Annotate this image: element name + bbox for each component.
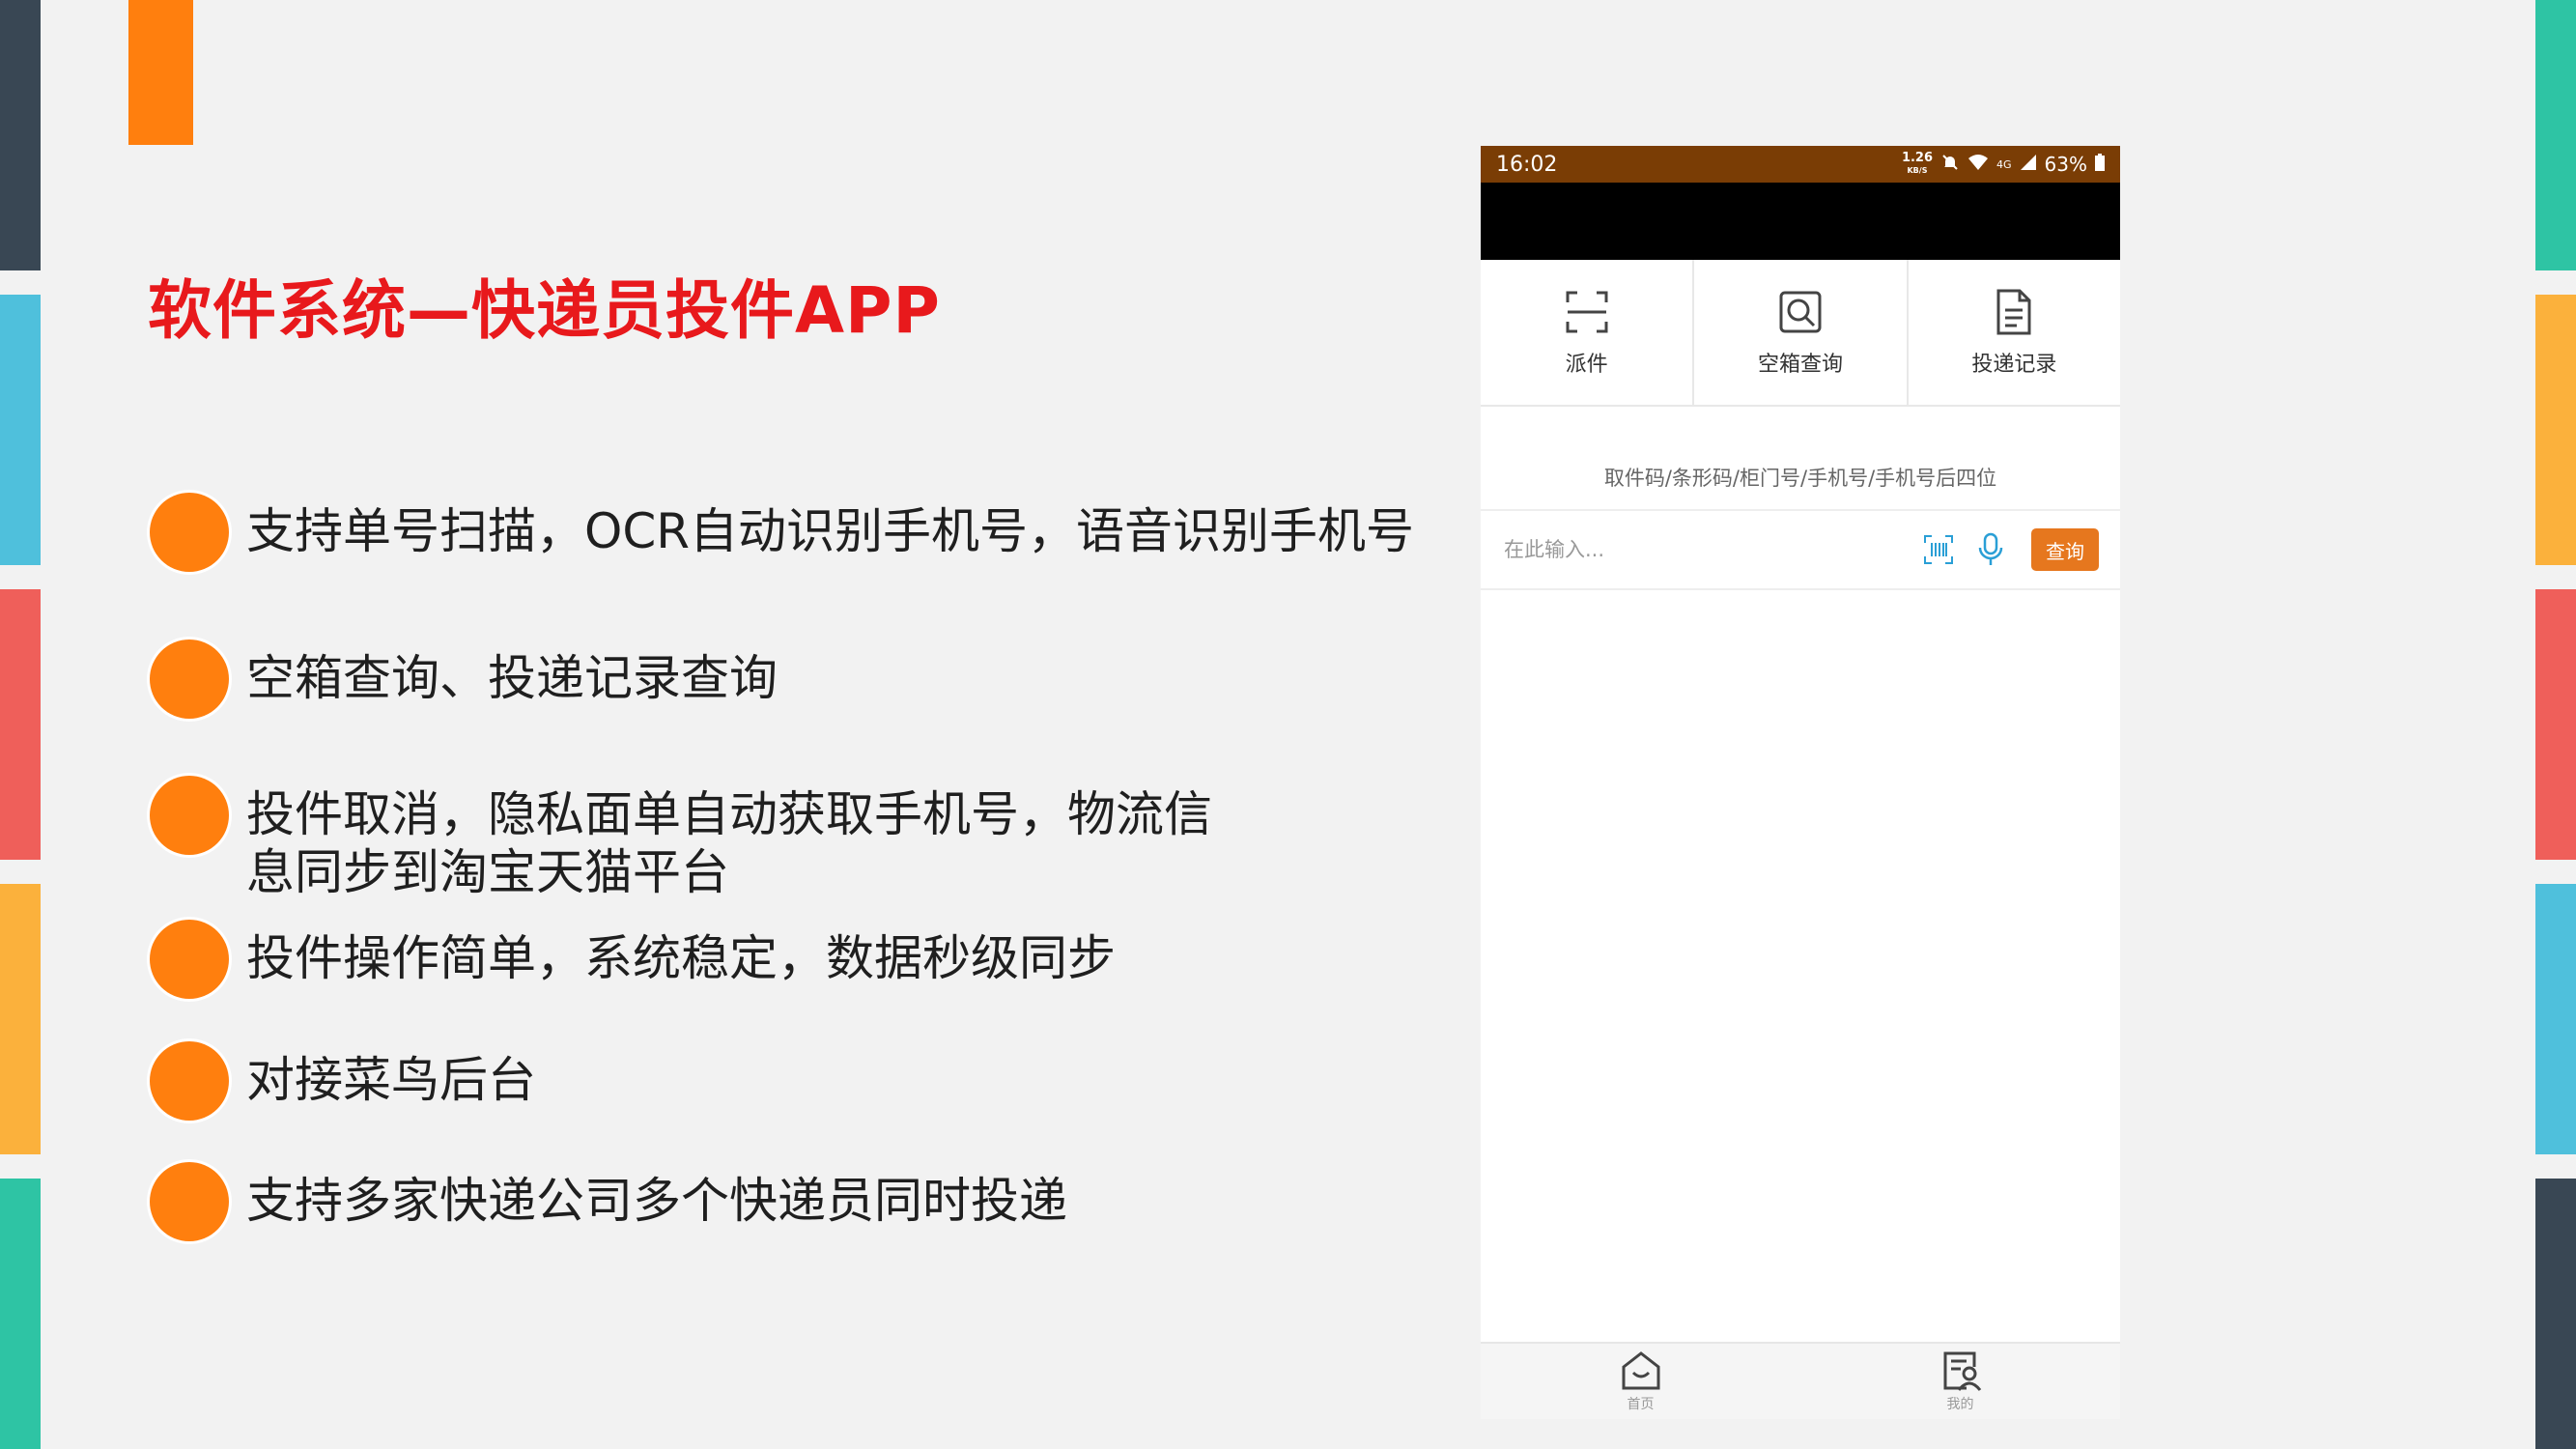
bullet-text: 支持单号扫描，OCR自动识别手机号，语音识别手机号 <box>246 503 1415 559</box>
tab-delivery-records[interactable]: 投递记录 <box>1908 260 2120 405</box>
network-speed: 1.26 KB/S <box>1901 150 1934 177</box>
bullet-item: 投件操作简单，系统稳定，数据秒级同步 <box>150 920 1116 999</box>
right-stripe-yellow <box>2535 295 2576 565</box>
tab-empty-box-query[interactable]: 空箱查询 <box>1694 260 1909 405</box>
tab-label: 投递记录 <box>1971 353 2057 377</box>
nav-label: 首页 <box>1627 1397 1655 1412</box>
search-input[interactable] <box>1502 537 1906 562</box>
network-speed-unit: KB/S <box>1907 165 1928 175</box>
status-bar: 16:02 1.26 KB/S 4G 63% <box>1481 146 2120 183</box>
search-hint: 取件码/条形码/柜门号/手机号/手机号后四位 <box>1481 463 2120 511</box>
bell-muted-icon <box>1940 153 1960 177</box>
status-time: 16:02 <box>1496 152 1558 177</box>
barcode-scan-button[interactable] <box>1919 530 1958 569</box>
document-icon <box>1996 289 2031 335</box>
bullet-item: 投件取消，隐私面单自动获取手机号，物流信息同步到淘宝天猫平台 <box>150 776 1231 901</box>
app-header <box>1481 183 2120 260</box>
accent-block <box>128 0 193 145</box>
bullet-dot <box>150 639 229 719</box>
bullet-dot <box>150 1041 229 1121</box>
right-stripe-teal <box>2535 0 2576 270</box>
bullet-dot <box>150 493 229 572</box>
profile-icon <box>1943 1351 1981 1391</box>
nav-label: 我的 <box>1946 1397 1974 1412</box>
bullet-item: 空箱查询、投递记录查询 <box>150 639 778 719</box>
left-stripe-red <box>0 589 41 860</box>
right-stripe-blue <box>2535 884 2576 1154</box>
voice-input-button[interactable] <box>1971 530 2010 569</box>
barcode-icon <box>1924 535 1953 564</box>
nav-profile[interactable]: 我的 <box>1800 1344 2120 1419</box>
battery-level: 63% <box>2044 153 2087 176</box>
bullet-item: 支持多家快递公司多个快递员同时投递 <box>150 1162 1067 1241</box>
bullet-dot <box>150 776 229 855</box>
tab-label: 空箱查询 <box>1757 353 1843 377</box>
status-indicators: 1.26 KB/S 4G 63% <box>1901 150 2105 177</box>
network-speed-value: 1.26 <box>1901 150 1934 165</box>
query-button[interactable]: 查询 <box>2031 528 2099 571</box>
bullet-item: 支持单号扫描，OCR自动识别手机号，语音识别手机号 <box>150 493 1414 572</box>
left-stripe-dark <box>0 0 41 270</box>
home-icon <box>1622 1351 1659 1390</box>
wifi-icon <box>1967 153 1989 176</box>
slide-title: 软件系统—快递员投件APP <box>148 273 941 348</box>
search-row: 查询 <box>1481 511 2120 590</box>
network-type: 4G <box>1996 157 2012 171</box>
bullet-item: 对接菜鸟后台 <box>150 1041 536 1121</box>
phone-screen: 16:02 1.26 KB/S 4G 63% 派件 空箱查询 投递记录 取件码/… <box>1481 146 2120 1419</box>
tab-dispatch[interactable]: 派件 <box>1481 260 1695 405</box>
left-stripe-teal <box>0 1179 41 1449</box>
right-stripe-red <box>2535 589 2576 860</box>
bullet-text: 空箱查询、投递记录查询 <box>246 650 778 706</box>
bullet-text: 对接菜鸟后台 <box>246 1052 536 1108</box>
signal-icon <box>2020 153 2037 176</box>
left-stripe-blue <box>0 295 41 565</box>
left-stripe-yellow <box>0 884 41 1154</box>
right-stripe-dark <box>2535 1179 2576 1449</box>
scan-icon <box>1566 291 1608 333</box>
bottom-nav: 首页 我的 <box>1481 1342 2120 1419</box>
tab-label: 派件 <box>1565 353 1608 377</box>
nav-home[interactable]: 首页 <box>1481 1344 1800 1419</box>
bullet-dot <box>150 1162 229 1241</box>
feature-tabs: 派件 空箱查询 投递记录 <box>1481 260 2120 407</box>
battery-icon <box>2095 153 2105 176</box>
bullet-text: 投件操作简单，系统稳定，数据秒级同步 <box>246 930 1116 986</box>
bullet-text: 支持多家快递公司多个快递员同时投递 <box>246 1173 1067 1229</box>
bullet-dot <box>150 920 229 999</box>
microphone-icon <box>1978 532 2003 565</box>
box-search-icon <box>1779 291 1822 333</box>
bullet-text: 投件取消，隐私面单自动获取手机号，物流信息同步到淘宝天猫平台 <box>246 786 1212 900</box>
